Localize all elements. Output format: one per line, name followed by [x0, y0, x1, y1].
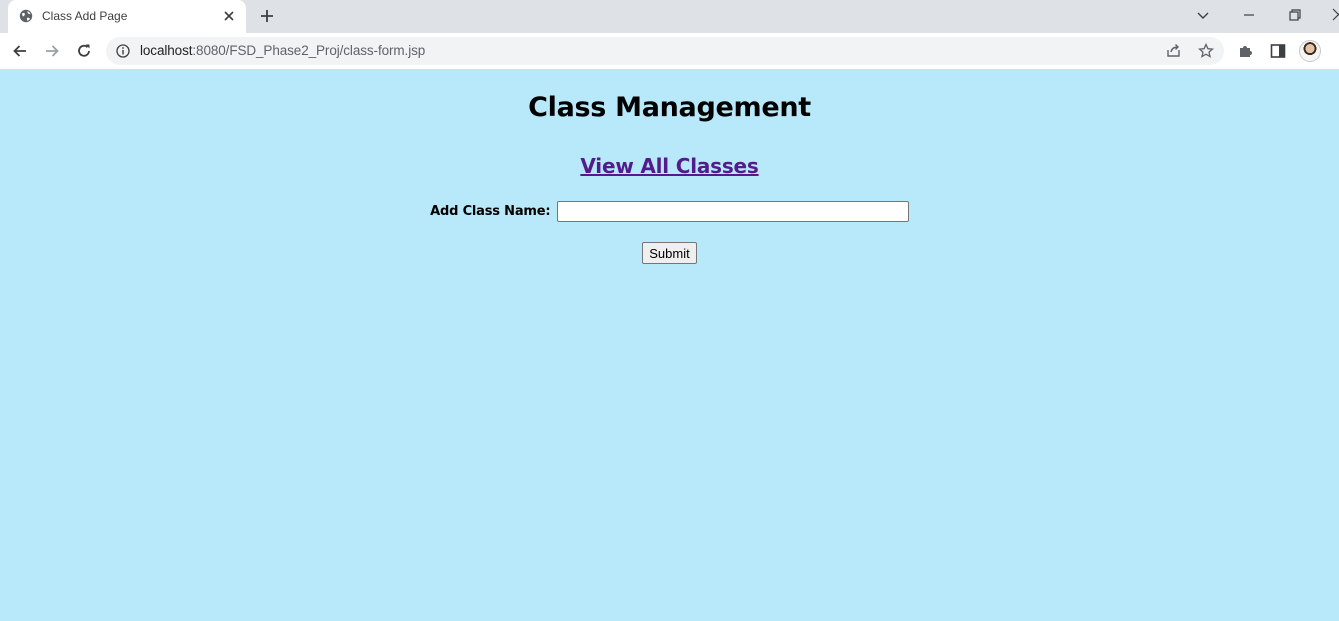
side-panel-icon[interactable]: [1269, 42, 1287, 60]
add-class-form: Add Class Name:: [0, 201, 1339, 222]
reload-icon[interactable]: [75, 42, 93, 60]
info-icon[interactable]: [116, 44, 130, 58]
star-icon[interactable]: [1197, 42, 1215, 60]
address-bar[interactable]: localhost:8080/FSD_Phase2_Proj/class-for…: [106, 37, 1224, 65]
forward-arrow-icon[interactable]: [43, 42, 61, 60]
page-content: Class Management View All Classes Add Cl…: [0, 70, 1339, 621]
page-title: Class Management: [528, 92, 811, 123]
back-arrow-icon[interactable]: [11, 42, 29, 60]
url-text[interactable]: localhost:8080/FSD_Phase2_Proj/class-for…: [140, 43, 425, 58]
view-all-row: View All Classes: [0, 154, 1339, 178]
view-all-classes-link[interactable]: View All Classes: [580, 154, 758, 178]
tab-title: Class Add Page: [42, 9, 128, 23]
url-path: :8080/FSD_Phase2_Proj/class-form.jsp: [192, 43, 426, 58]
minimize-icon[interactable]: [1240, 6, 1258, 24]
puzzle-icon[interactable]: [1237, 42, 1255, 60]
restore-icon[interactable]: [1286, 6, 1304, 24]
tab-strip: Class Add Page: [0, 0, 1339, 33]
class-name-input[interactable]: [556, 201, 909, 222]
tab-active[interactable]: Class Add Page: [8, 0, 246, 33]
globe-icon: [19, 9, 33, 23]
plus-icon[interactable]: [259, 8, 275, 24]
class-name-label: Add Class Name:: [430, 204, 551, 219]
chevron-down-icon[interactable]: [1194, 6, 1212, 24]
url-host: localhost: [140, 43, 193, 58]
avatar[interactable]: [1299, 40, 1321, 62]
browser-toolbar: localhost:8080/FSD_Phase2_Proj/class-for…: [0, 33, 1339, 70]
submit-row: Submit: [0, 242, 1339, 264]
close-icon[interactable]: [222, 9, 236, 23]
share-icon[interactable]: [1165, 42, 1183, 60]
window-close-icon[interactable]: [1330, 6, 1339, 24]
submit-button[interactable]: Submit: [642, 242, 697, 264]
